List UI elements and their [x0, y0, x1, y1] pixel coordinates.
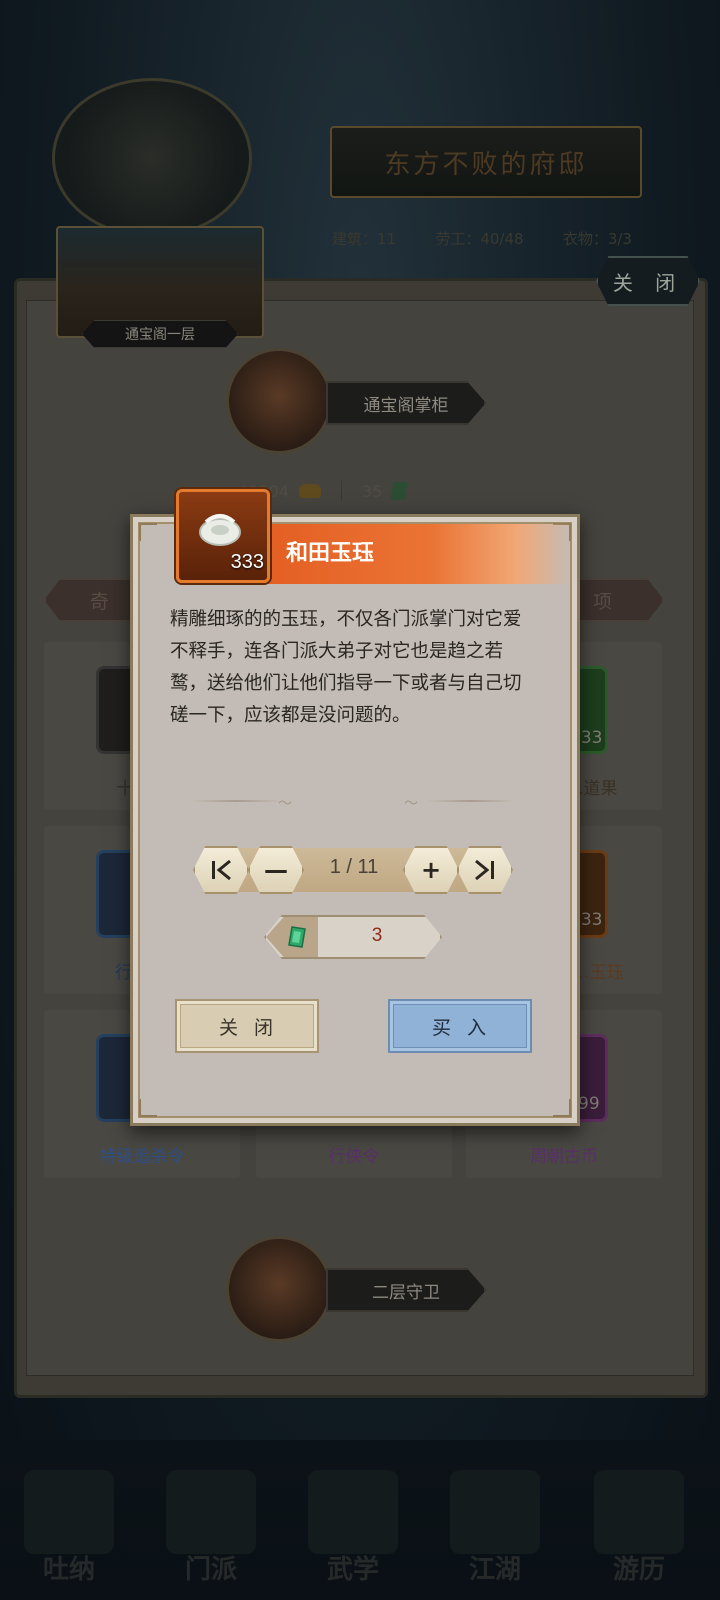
- martial-arts-icon: [308, 1470, 398, 1554]
- last-page-icon: [475, 859, 494, 881]
- guard-avatar[interactable]: [226, 1236, 332, 1342]
- corner-ornament: [139, 1099, 157, 1117]
- currency-divider: [340, 481, 342, 501]
- stat-clothes: 衣物：3/3: [562, 230, 632, 248]
- travel-icon: [594, 1470, 684, 1554]
- first-page-icon: [212, 859, 231, 881]
- top-close-button[interactable]: 关 闭: [596, 256, 700, 306]
- jianghu-icon: [450, 1470, 540, 1554]
- shopkeeper-avatar[interactable]: [226, 348, 332, 454]
- currency-row: 43804 35: [238, 476, 458, 506]
- stat-workers: 劳工：40/48: [435, 230, 524, 248]
- divider-right: [426, 800, 516, 802]
- jade-currency-icon: [288, 926, 306, 948]
- buy-button[interactable]: 买入: [388, 999, 532, 1053]
- jade-icon: [390, 482, 408, 500]
- nav-label: 江湖: [468, 1555, 521, 1585]
- nav-jianghu[interactable]: 江湖: [440, 1470, 550, 1590]
- plus-icon: +: [420, 856, 442, 884]
- swirl-ornament-icon: 〜: [278, 796, 292, 812]
- nav-travel[interactable]: 游历: [584, 1470, 694, 1590]
- item-badge: 99: [578, 1094, 600, 1114]
- stat-buildings: 建筑：11: [332, 230, 397, 248]
- nav-martial-arts[interactable]: 武学: [298, 1470, 408, 1590]
- divider-left: [192, 800, 282, 802]
- jade-amount: 35: [361, 481, 383, 501]
- minus-icon: —: [264, 856, 288, 884]
- guard-name: 二层守卫: [326, 1268, 486, 1312]
- gold-ingot-icon: [298, 484, 321, 498]
- nav-label: 游历: [612, 1555, 665, 1585]
- nav-breathing[interactable]: 吐纳: [14, 1470, 124, 1590]
- nav-sect[interactable]: 门派: [156, 1470, 266, 1590]
- mansion-emblem: [52, 78, 252, 238]
- mansion-stats: 建筑：11 劳工：40/48 衣物：3/3: [332, 228, 632, 252]
- nav-label: 吐纳: [42, 1555, 95, 1585]
- mansion-title: 东方不败的府邸: [330, 126, 642, 198]
- swirl-ornament-icon: 〜: [404, 796, 418, 812]
- quantity-display: 1 / 11: [329, 856, 379, 878]
- item-count: 333: [230, 551, 264, 573]
- item-name: 周朝古币: [530, 1147, 598, 1167]
- price-value: 3: [371, 925, 383, 946]
- sect-icon: [166, 1470, 256, 1554]
- close-button[interactable]: 关闭: [175, 999, 319, 1053]
- item-name: 特级追杀令: [99, 1147, 185, 1167]
- nav-label: 门派: [184, 1555, 237, 1585]
- shopkeeper-name: 通宝阁掌柜: [326, 381, 486, 425]
- item-description: 精雕细琢的的玉珏，不仅各门派掌门对它爱不释手，连各门派大弟子对它也是趋之若鹜，送…: [170, 609, 522, 726]
- floor-label: 通宝阁一层: [82, 320, 238, 348]
- nav-label: 武学: [326, 1555, 379, 1585]
- breathing-icon: [24, 1470, 114, 1554]
- corner-ornament: [553, 1099, 571, 1117]
- corner-ornament: [139, 523, 157, 541]
- jade-pendant-icon: [199, 514, 241, 546]
- modal-title: 和田玉珏: [286, 541, 375, 566]
- item-name: 行侠令: [328, 1147, 380, 1167]
